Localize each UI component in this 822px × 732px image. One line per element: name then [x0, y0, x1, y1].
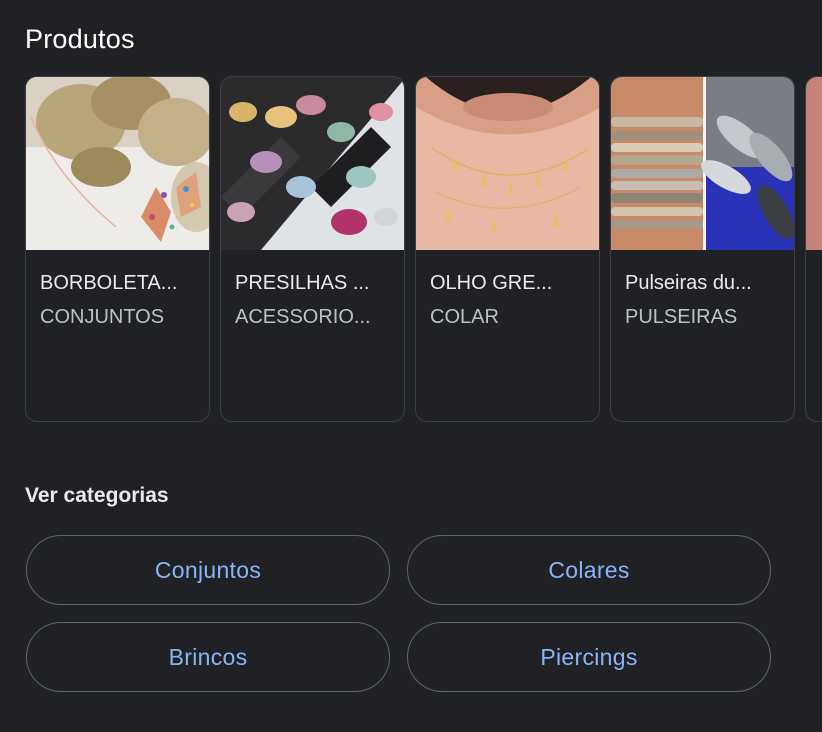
product-card[interactable]: PRESILHAS ... ACESSORIO... — [220, 76, 405, 422]
categories-title: Ver categorias — [25, 484, 169, 507]
product-image — [611, 77, 794, 250]
product-image — [806, 77, 822, 250]
product-category: CONJUNTOS — [40, 306, 165, 328]
product-name: BORBOLETA... — [40, 272, 178, 294]
product-image — [26, 77, 209, 250]
product-card[interactable]: Pulseiras du... PULSEIRAS — [610, 76, 795, 422]
product-category: ACESSORIO... — [235, 306, 371, 328]
product-card[interactable]: BORBOLETA... CONJUNTOS — [25, 76, 210, 422]
category-chip-colares[interactable]: Colares — [407, 535, 771, 605]
product-category: COLAR — [430, 306, 499, 328]
product-image — [221, 77, 404, 250]
products-carousel[interactable]: BORBOLETA... CONJUNTOS PRESILHAS ... ACE… — [25, 76, 822, 424]
category-chip-conjuntos[interactable]: Conjuntos — [26, 535, 390, 605]
product-name: OLHO GRE... — [430, 272, 553, 294]
product-category: PULSEIRAS — [625, 306, 738, 328]
category-chip-brincos[interactable]: Brincos — [26, 622, 390, 692]
product-name: Pulseiras du... — [625, 272, 752, 294]
product-card-partial[interactable] — [805, 76, 822, 422]
section-title: Produtos — [25, 24, 135, 54]
product-card[interactable]: OLHO GRE... COLAR — [415, 76, 600, 422]
category-chip-piercings[interactable]: Piercings — [407, 622, 771, 692]
product-image — [416, 77, 599, 250]
product-name: PRESILHAS ... — [235, 272, 370, 294]
